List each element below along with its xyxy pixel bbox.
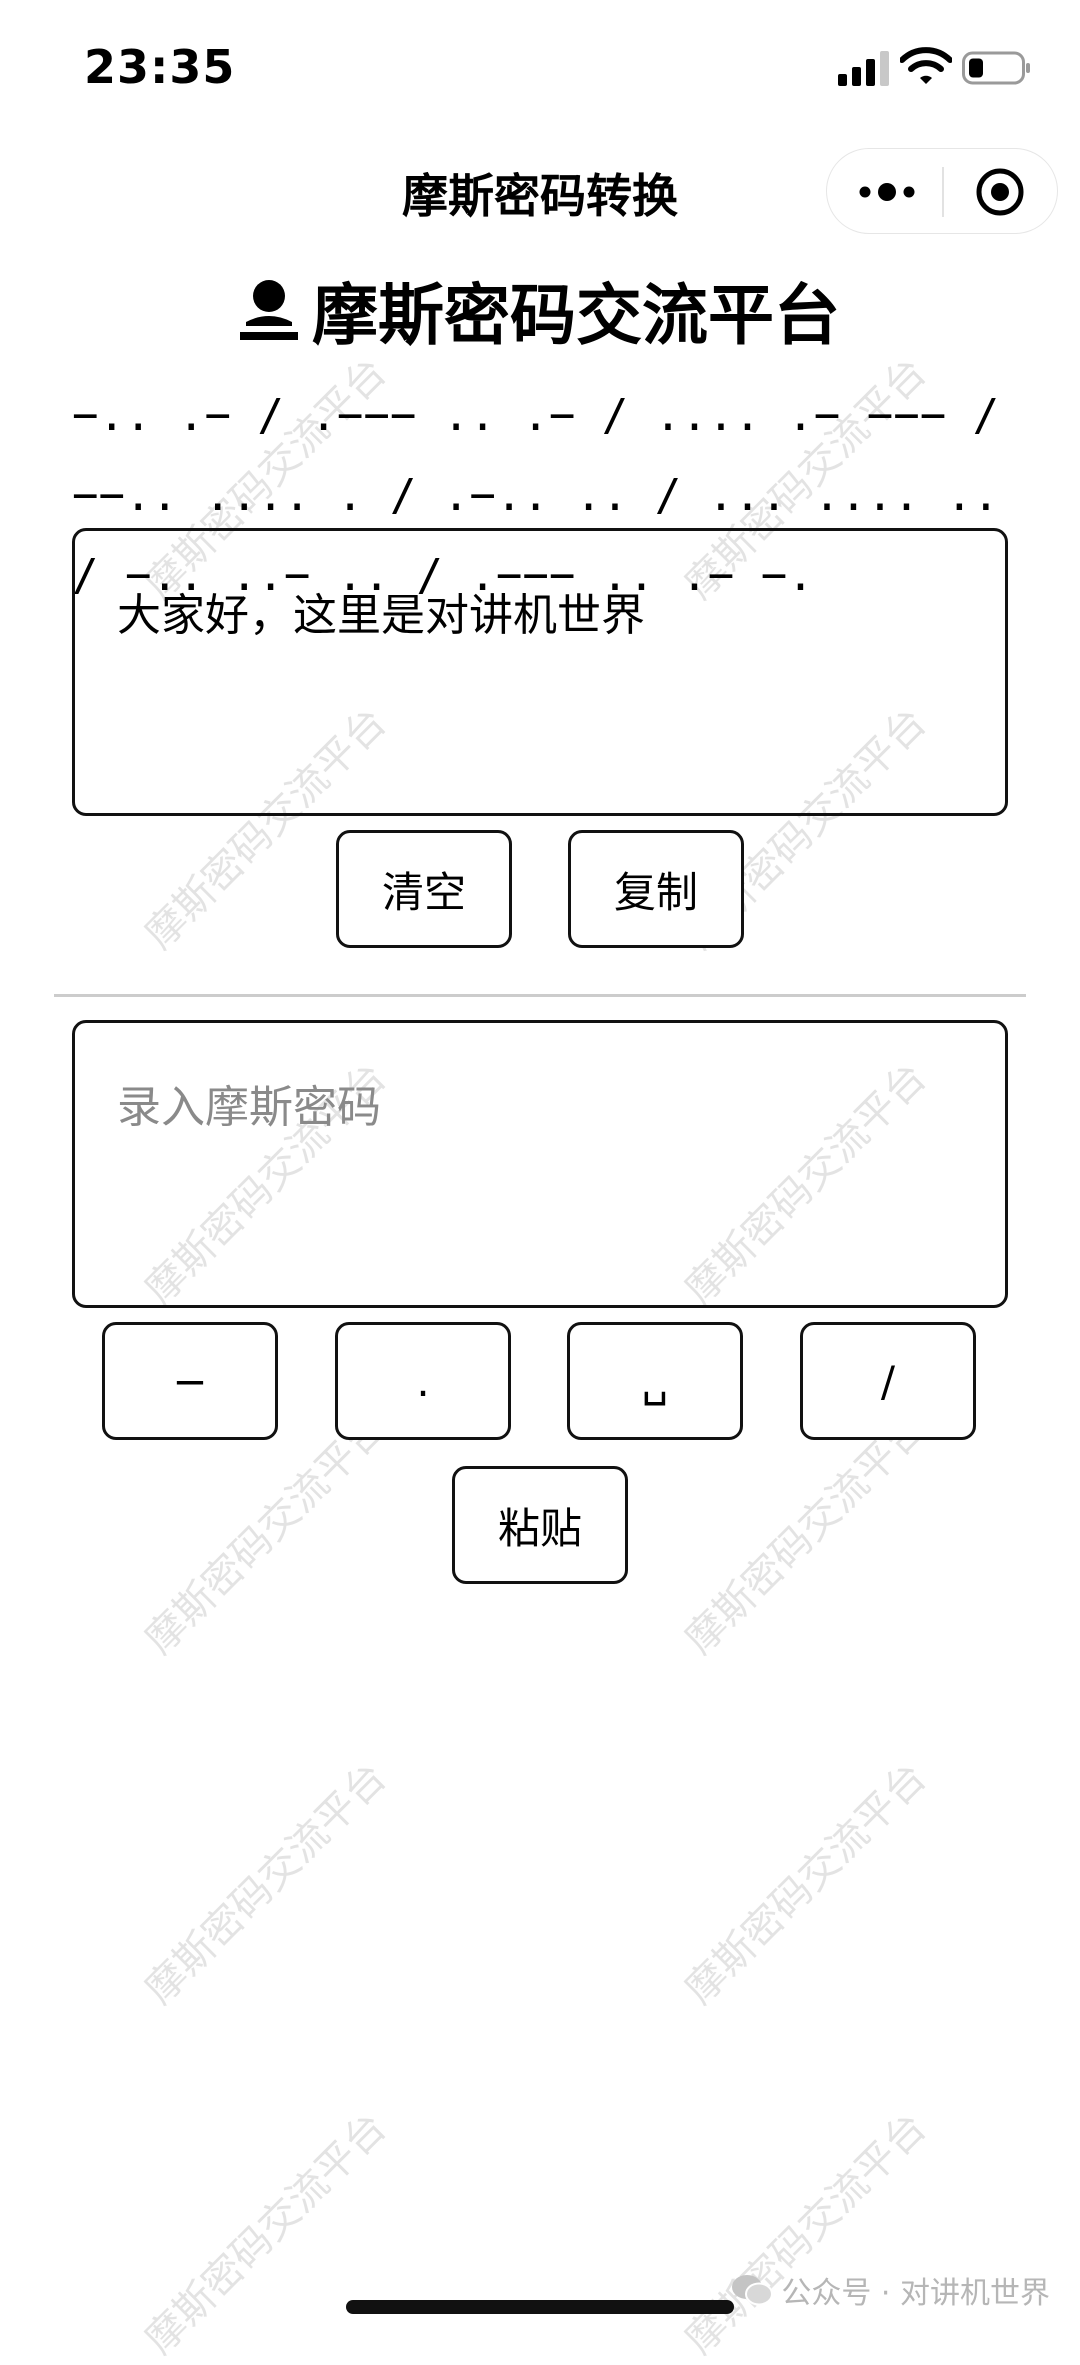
morse-input-box[interactable]: 录入摩斯密码 [72, 1020, 1008, 1308]
copy-button[interactable]: 复制 [568, 830, 744, 948]
signal-icon [838, 51, 889, 86]
watermark-text: 摩斯密码交流平台 [676, 1754, 936, 2014]
heading-title: 摩斯密码交流平台 [312, 277, 840, 354]
status-time: 23:35 [84, 40, 236, 94]
target-icon[interactable] [975, 167, 1025, 217]
watermark-text: 摩斯密码交流平台 [136, 1754, 396, 2014]
more-icon[interactable] [857, 169, 917, 215]
text-input-box[interactable]: 大家好，这里是对讲机世界 [72, 528, 1008, 816]
source-text: 公众号 · 对讲机世界 [781, 2276, 1050, 2311]
home-indicator[interactable] [346, 2300, 734, 2314]
slash-key-button[interactable]: / [800, 1322, 976, 1440]
page-heading: 摩斯密码交流平台 [0, 262, 1080, 358]
mini-program-capsule [826, 148, 1058, 234]
battery-icon [962, 51, 1030, 85]
watermark-text: 摩斯密码交流平台 [136, 2104, 396, 2364]
space-key-button[interactable]: ␣ [567, 1322, 743, 1440]
source-watermark: 公众号 · 对讲机世界 [731, 2268, 1050, 2312]
watermark-text: 摩斯密码交流平台 [676, 2104, 936, 2364]
wifi-icon [900, 47, 952, 84]
section-divider [54, 994, 1026, 997]
clear-button[interactable]: 清空 [336, 830, 512, 948]
dash-key-button[interactable]: − [102, 1322, 278, 1440]
user-icon [240, 280, 298, 340]
morse-input-placeholder: 录入摩斯密码 [117, 1082, 381, 1133]
capsule-divider [942, 167, 944, 217]
paste-button[interactable]: 粘贴 [452, 1466, 628, 1584]
dot-key-button[interactable]: . [335, 1322, 511, 1440]
wechat-icon [732, 2275, 774, 2306]
text-input-value: 大家好，这里是对讲机世界 [117, 590, 645, 641]
